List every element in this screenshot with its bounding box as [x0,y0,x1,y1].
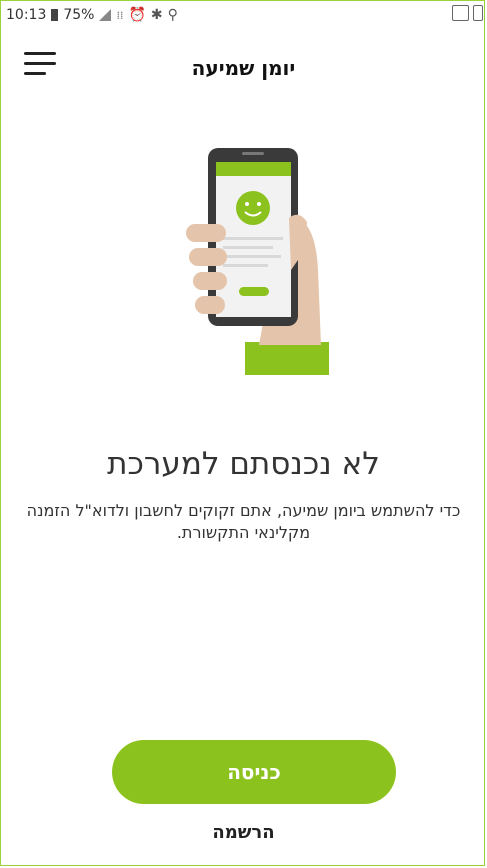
alarm-icon: ⏰ [128,7,146,23]
notification-icon [473,5,483,21]
location-icon: ⚲ [167,7,178,23]
grid-icon: ⁞⁞ [116,8,124,22]
screen-frame [0,0,485,866]
app-header: יומן שמיעה [0,30,487,102]
battery-percent: 75% [63,7,95,23]
status-time: 10:13 [6,7,47,23]
phone-hand-illustration [186,148,329,375]
bluetooth-icon: ✱ [150,7,163,23]
register-link[interactable]: הרשמה [0,822,487,843]
login-button[interactable]: כניסה [112,740,396,804]
login-description: כדי להשתמש ביומן שמיעה, אתם זקוקים לחשבו… [26,501,461,542]
not-logged-in-heading: לא נכנסתם למערכת [107,446,380,482]
status-bar: 10:13 75% ⁞⁞ ⏰ ✱ ⚲ [0,0,487,30]
page-title: יומן שמיעה [191,56,296,80]
battery-icon [51,9,59,21]
signal-icon [99,9,112,21]
message-icon [452,5,469,21]
